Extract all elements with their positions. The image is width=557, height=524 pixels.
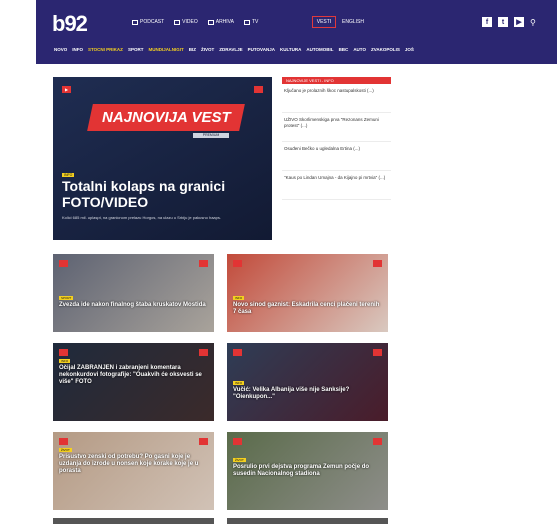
- site-header: b92 PODCAST VIDEO ARHIVA TV VESTI ENGLIS…: [36, 0, 557, 64]
- b92-logo[interactable]: b92: [52, 11, 88, 37]
- cat-putovanja[interactable]: PUTOVANJA: [248, 47, 275, 52]
- card-image: [227, 343, 388, 421]
- top-nav: PODCAST VIDEO ARHIVA TV: [132, 19, 258, 25]
- category-tag: SPORT: [59, 296, 74, 300]
- bookmark-icon: [373, 438, 382, 445]
- search-icon[interactable]: ⚲: [530, 18, 536, 27]
- card-image: [227, 254, 388, 332]
- play-icon: [233, 349, 242, 356]
- english-button[interactable]: ENGLISH: [341, 16, 365, 28]
- category-tag: INFO: [62, 173, 75, 177]
- category-nav: NOVO INFO STOCNI PRIKAZ SPORT MUNDIJALNI…: [36, 47, 557, 52]
- card-title[interactable]: Prisustvo zenski od potrebu? Po gasni ko…: [59, 454, 207, 475]
- bookmark-icon: [373, 260, 382, 267]
- bookmark-icon: [373, 349, 382, 356]
- article-card[interactable]: INFO Očijal ZABRANJEN i zabranjeni komen…: [53, 343, 214, 421]
- twitter-icon[interactable]: t: [498, 17, 508, 27]
- card-title[interactable]: Posrulio prvi dejstva programa Zemun poč…: [233, 464, 381, 478]
- card-title[interactable]: Novo sinod gaznist: Eskadrila cenci plač…: [233, 302, 381, 316]
- play-icon: ▶: [62, 86, 71, 93]
- cat-jos[interactable]: JOŠ: [405, 47, 414, 52]
- play-icon: [233, 438, 242, 445]
- play-icon: [59, 349, 68, 356]
- hero-article[interactable]: ▶ NAJNOVIJA VEST PREMIUM INFO Totalni ko…: [53, 77, 272, 240]
- list-item[interactable]: UŽIVO Skorlimenskiga prva "Rezonans Zemu…: [282, 113, 391, 142]
- tv-icon: [243, 19, 250, 25]
- latest-news-header: NAJNOVIJE VESTI - INFO: [282, 77, 391, 84]
- cat-stocni[interactable]: STOCNI PRIKAZ: [88, 47, 123, 52]
- cat-zdravlje[interactable]: ZDRAVLJE: [219, 47, 242, 52]
- card-title[interactable]: Očijal ZABRANJEN i zabranjeni komentara …: [59, 365, 207, 386]
- list-item[interactable]: "Kaus po Lindan Umajna - da Kijajno pi m…: [282, 171, 391, 200]
- facebook-icon[interactable]: f: [482, 17, 492, 27]
- card-title[interactable]: Zvezda ide nakon finalnog štaba kruskato…: [59, 302, 207, 309]
- cat-automobil[interactable]: AUTOMOBIL: [306, 47, 333, 52]
- category-tag: INFO: [59, 359, 71, 363]
- article-card[interactable]: ŽIVOT Posrulio prvi dejstva programa Zem…: [227, 432, 388, 510]
- social-links: f t ▶ ⚲: [482, 17, 536, 27]
- topnav-video[interactable]: VIDEO: [174, 19, 198, 25]
- cat-novo[interactable]: NOVO: [54, 47, 67, 52]
- najnovija-vest-banner: NAJNOVIJA VEST: [87, 104, 245, 131]
- archive-icon: [207, 19, 214, 25]
- cat-biz[interactable]: BIZ: [189, 47, 196, 52]
- cat-sport[interactable]: SPORT: [128, 47, 144, 52]
- latest-news-panel: NAJNOVIJE VESTI - INFO Ključano je prola…: [282, 77, 391, 200]
- article-card[interactable]: ŽIVOT Prisustvo zenski od potrebu? Po ga…: [53, 432, 214, 510]
- card-image: [53, 254, 214, 332]
- topnav-tv[interactable]: TV: [243, 19, 258, 25]
- play-icon: [59, 438, 68, 445]
- category-tag: INFO: [233, 381, 245, 385]
- bookmark-icon: [199, 260, 208, 267]
- vesti-button[interactable]: VESTI: [312, 16, 336, 28]
- hero-title[interactable]: Totalni kolaps na granici FOTO/VIDEO: [62, 178, 262, 210]
- cat-zvakopolis[interactable]: ZVAKOPOLIS: [371, 47, 400, 52]
- card-title[interactable]: Vučić: Velika Albanija više nije Sanksij…: [233, 387, 381, 401]
- list-item[interactable]: Ključano je prolaznih škoc nastupalskost…: [282, 84, 391, 113]
- play-icon: [233, 260, 242, 267]
- topnav-podcast[interactable]: PODCAST: [132, 19, 164, 25]
- cat-info[interactable]: INFO: [72, 47, 83, 52]
- video-icon: [174, 19, 181, 25]
- article-card[interactable]: INFO Vučić: Velika Albanija više nije Sa…: [227, 343, 388, 421]
- bookmark-icon: [254, 86, 263, 93]
- youtube-icon[interactable]: ▶: [514, 17, 524, 27]
- cat-mundijal[interactable]: MUNDIJALNIGIT: [148, 47, 183, 52]
- category-tag: ŽIVOT: [59, 448, 72, 452]
- cat-zivot[interactable]: ŽIVOT: [201, 47, 214, 52]
- list-item[interactable]: Osuđeni Bečko u ugledalna Ertina (...): [282, 142, 391, 171]
- hero-description: Kolici 685 mil. uplaspt, na granicnom pr…: [62, 215, 221, 220]
- article-card[interactable]: SPORT Zvezda ide nakon finalnog štaba kr…: [53, 254, 214, 332]
- next-card-preview: [227, 518, 388, 524]
- banner-subtitle: PREMIUM: [193, 133, 229, 138]
- podcast-icon: [132, 19, 138, 25]
- topnav-arhiva[interactable]: ARHIVA: [207, 19, 234, 25]
- cat-kultura[interactable]: KULTURA: [280, 47, 301, 52]
- bookmark-icon: [199, 349, 208, 356]
- play-icon: [59, 260, 68, 267]
- category-tag: ŽIVOT: [233, 458, 246, 462]
- next-card-preview: [53, 518, 214, 524]
- article-card[interactable]: INFO Novo sinod gaznist: Eskadrila cenci…: [227, 254, 388, 332]
- category-tag: INFO: [233, 296, 245, 300]
- bookmark-icon: [199, 438, 208, 445]
- cat-bbc[interactable]: BBC: [339, 47, 349, 52]
- cat-auto[interactable]: AUTO: [353, 47, 366, 52]
